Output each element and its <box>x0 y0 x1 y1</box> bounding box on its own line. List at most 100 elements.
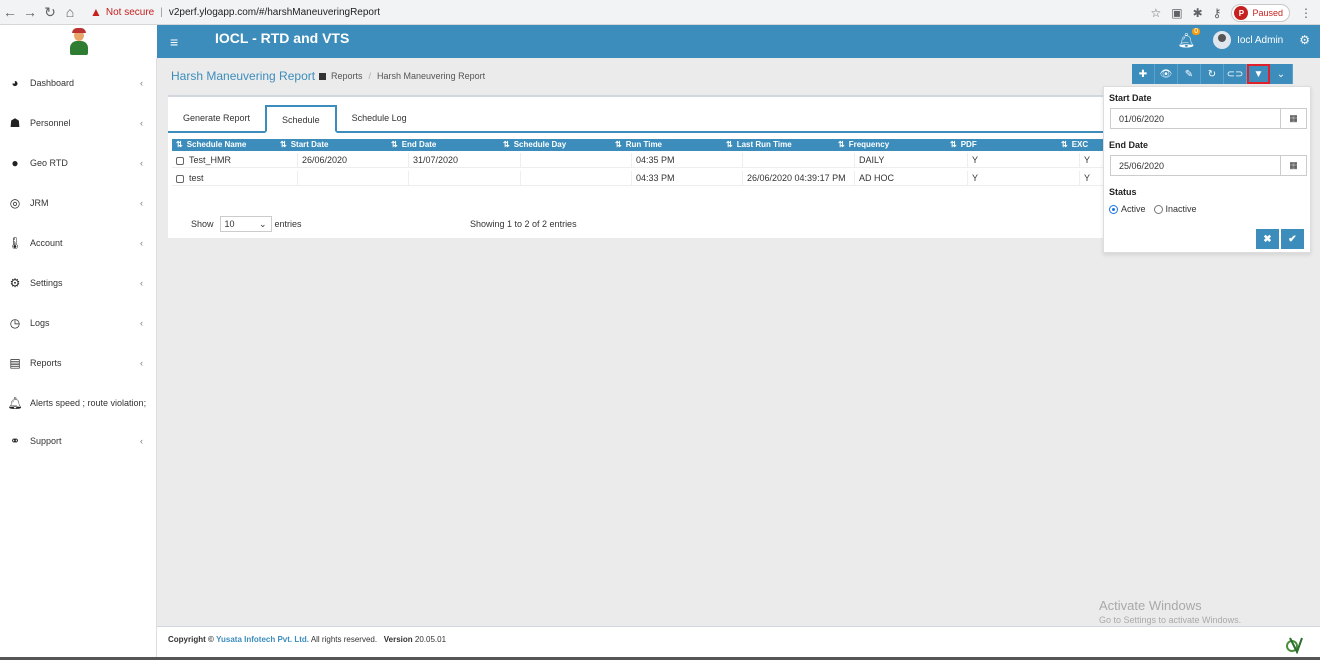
sidebar-item-geo-rtd[interactable]: ● Geo RTD ‹ <box>0 143 156 183</box>
notification-bell-icon[interactable]: 🔔︎ 0 <box>1177 27 1201 49</box>
col-schedule-day[interactable]: ⇅ Schedule Day <box>499 139 611 151</box>
sidebar-item-label: Reports <box>30 358 62 368</box>
extension-icon[interactable]: ▣ <box>1171 6 1182 20</box>
home-icon[interactable]: ⌂ <box>60 4 80 20</box>
page-title: Harsh Maneuvering Report <box>171 69 316 83</box>
end-date-label: End Date <box>1109 140 1149 150</box>
sidebar-item-personnel[interactable]: ☗ Personnel ‹ <box>0 103 156 143</box>
add-button[interactable]: ✚ <box>1132 64 1155 84</box>
dropdown-chevron-button[interactable]: ⌄ <box>1270 64 1293 84</box>
sidebar-item-settings[interactable]: ⚙ Settings ‹ <box>0 263 156 303</box>
chevron-left-icon: ‹ <box>140 118 143 128</box>
logo-figure-icon <box>67 27 91 56</box>
sidebar-item-reports[interactable]: ▤ Reports ‹ <box>0 343 156 383</box>
sidebar-item-label: Dashboard <box>30 78 75 88</box>
col-pdf[interactable]: ⇅ PDF <box>946 139 1057 151</box>
profile-paused-button[interactable]: P Paused <box>1231 4 1290 22</box>
star-icon[interactable]: ☆ <box>1151 6 1162 20</box>
breadcrumb: Reports / Harsh Maneuvering Report <box>319 71 485 81</box>
browser-toolbar: ← → ↻ ⌂ ▲ Not secure | v2perf.ylogapp.co… <box>0 0 1320 25</box>
url-text[interactable]: v2perf.ylogapp.com/#/harshManeuveringRep… <box>169 7 380 18</box>
chevron-left-icon: ‹ <box>140 436 143 446</box>
show-entries: Show 10 ⌄ entries <box>191 216 302 232</box>
sidebar: ◕ Dashboard ‹ ☗ Personnel ‹ ● Geo RTD ‹ … <box>0 58 157 660</box>
entries-select[interactable]: 10 ⌄ <box>219 216 272 232</box>
chevron-left-icon: ‹ <box>140 238 143 248</box>
logo[interactable] <box>0 25 157 58</box>
active-radio-label: Active <box>1121 204 1146 214</box>
start-date-input[interactable]: 01/06/2020 ▦ <box>1110 108 1307 129</box>
tab-schedule-log[interactable]: Schedule Log <box>337 105 422 131</box>
col-run-time[interactable]: ⇅ Run Time <box>611 139 722 151</box>
inactive-radio[interactable] <box>1153 204 1163 214</box>
warning-icon: ▲ <box>90 5 102 19</box>
status-label: Status <box>1109 187 1137 197</box>
sidebar-item-label: Personnel <box>30 118 71 128</box>
user-name[interactable]: Iocl Admin <box>1237 35 1283 46</box>
sidebar-item-label: Geo RTD <box>30 158 68 168</box>
cog-icon: ⚙ <box>9 276 21 290</box>
view-button[interactable]: 👁︎ <box>1155 64 1178 84</box>
sidebar-item-support[interactable]: ⚭ Support ‹ <box>0 423 156 459</box>
breadcrumb-reports[interactable]: Reports <box>331 71 363 81</box>
chevron-down-icon: ⌄ <box>258 218 267 229</box>
dashboard-crumb-icon <box>319 72 326 80</box>
hamburger-menu-icon[interactable]: ≡ <box>170 34 178 50</box>
filter-panel: Start Date 01/06/2020 ▦ End Date 25/06/2… <box>1103 86 1311 253</box>
col-frequency[interactable]: ⇅ Frequency <box>834 139 946 151</box>
sidebar-item-label: Logs <box>30 318 50 328</box>
sidebar-item-account[interactable]: 🌡︎ Account ‹ <box>0 223 156 263</box>
globe-icon: ◎ <box>9 196 21 210</box>
tab-generate-report[interactable]: Generate Report <box>168 105 265 131</box>
tab-schedule[interactable]: Schedule <box>265 105 337 133</box>
app-title: IOCL - RTD and VTS <box>215 30 350 46</box>
col-schedule-name[interactable]: ⇅ Schedule Name <box>172 139 276 151</box>
menu-dots-icon[interactable]: ⋮ <box>1300 6 1312 20</box>
user-avatar[interactable] <box>1213 31 1232 49</box>
active-radio[interactable] <box>1109 204 1118 214</box>
sidebar-item-jrm[interactable]: ◎ JRM ‹ <box>0 183 156 223</box>
filter-apply-button[interactable]: ✔ <box>1281 229 1304 249</box>
clock-icon: ◷ <box>9 316 21 330</box>
refresh-button[interactable]: ↻ <box>1201 64 1224 84</box>
back-arrow-icon[interactable]: ← <box>0 4 20 20</box>
reload-icon[interactable]: ↻ <box>40 4 60 21</box>
calendar-icon[interactable]: ▦ <box>1280 109 1306 128</box>
edit-button[interactable]: ✎ <box>1178 64 1201 84</box>
row-checkbox[interactable] <box>176 174 184 183</box>
show-label: Show <box>191 219 214 229</box>
sidebar-item-logs[interactable]: ◷ Logs ‹ <box>0 303 156 343</box>
chevron-left-icon: ‹ <box>140 198 143 208</box>
end-date-input[interactable]: 25/06/2020 ▦ <box>1110 155 1307 176</box>
sidebar-item-label: JRM <box>30 198 49 208</box>
filter-clear-button[interactable]: ✖ <box>1256 229 1279 249</box>
filter-button[interactable]: ▼ <box>1247 64 1270 84</box>
address-bar[interactable]: ▲ Not secure | v2perf.ylogapp.com/#/hars… <box>90 5 380 19</box>
key-icon[interactable]: ⚷ <box>1213 6 1222 20</box>
sidebar-item-alerts[interactable]: 🔔︎ Alerts speed ; route violation; <box>0 383 156 423</box>
dashboard-icon: ◕ <box>11 76 19 90</box>
chevron-left-icon: ‹ <box>140 278 143 288</box>
col-end-date[interactable]: ⇅ End Date <box>387 139 499 151</box>
security-warning: Not secure <box>105 6 155 18</box>
col-last-run-time[interactable]: ⇅ Last Run Time <box>722 139 834 151</box>
calendar-icon[interactable]: ▦ <box>1280 156 1306 175</box>
users-icon: ☗ <box>9 116 21 130</box>
row-checkbox[interactable] <box>176 156 184 165</box>
forward-arrow-icon[interactable]: → <box>20 4 40 20</box>
breadcrumb-current: Harsh Maneuvering Report <box>377 71 486 81</box>
cogs-icon[interactable]: ⚙ <box>1299 33 1310 47</box>
sidebar-item-dashboard[interactable]: ◕ Dashboard ‹ <box>0 63 156 103</box>
link-button[interactable]: ⊂⊃ <box>1224 64 1247 84</box>
puzzle-icon[interactable]: ✱ <box>1193 6 1203 20</box>
status-radio-group: Active Inactive <box>1109 204 1197 214</box>
list-icon: ▤ <box>9 356 21 370</box>
report-toolbar: ✚ 👁︎ ✎ ↻ ⊂⊃ ▼ ⌄ <box>1132 64 1293 84</box>
col-start-date[interactable]: ⇅ Start Date <box>276 139 387 151</box>
chevron-left-icon: ‹ <box>140 158 143 168</box>
bell-icon: 🔔︎ <box>7 396 23 410</box>
thermometer-icon: 🌡︎ <box>7 236 23 250</box>
company-link[interactable]: Yusata Infotech Pvt. Ltd. <box>216 635 309 644</box>
sidebar-item-label: Support <box>30 436 62 446</box>
map-marker-icon: ● <box>11 156 19 170</box>
